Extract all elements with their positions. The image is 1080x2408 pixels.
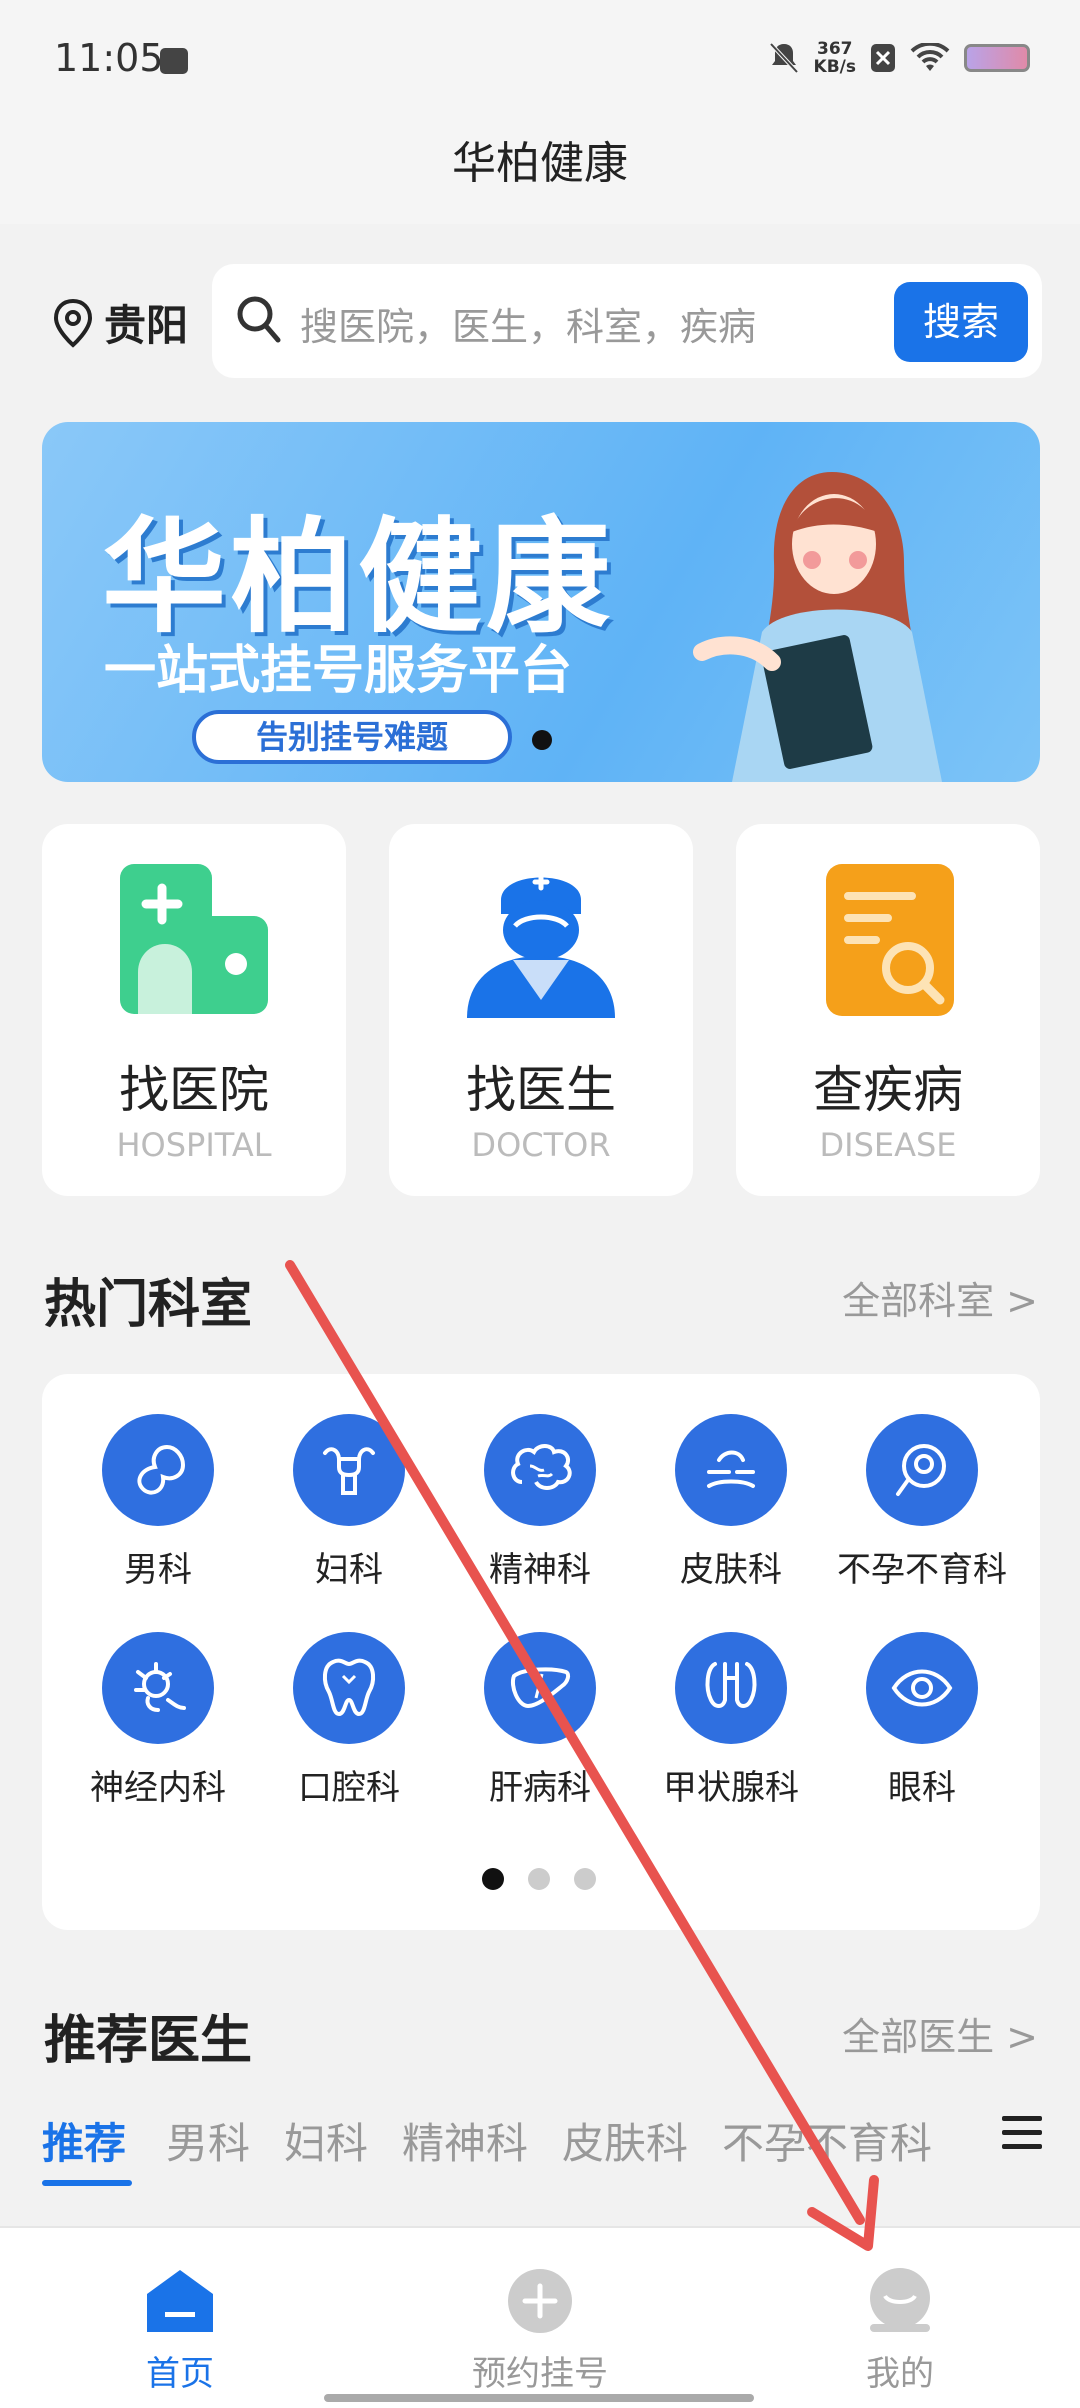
city-label: 贵阳 [104, 301, 189, 350]
recommended-doctors-title: 推荐医生 [44, 2011, 253, 2071]
menu-icon[interactable] [1002, 2116, 1042, 2158]
page-dot [574, 1868, 596, 1890]
thyroid-icon [675, 1632, 787, 1744]
hospital-icon [120, 864, 268, 1014]
dept-neurology[interactable]: 神经内科 [63, 1632, 253, 1809]
embryo-icon [866, 1414, 978, 1526]
doctor-icon [467, 873, 615, 1018]
tab-gynecology[interactable]: 妇科 [284, 2110, 368, 2171]
tab-dermatology[interactable]: 皮肤科 [562, 2110, 688, 2171]
nav-home[interactable]: 首页 [80, 2268, 280, 2395]
tab-psychiatry[interactable]: 精神科 [402, 2110, 528, 2171]
banner-indicator [532, 730, 552, 750]
dept-dentistry[interactable]: 口腔科 [254, 1632, 444, 1809]
disease-search-icon [826, 864, 954, 1016]
promo-banner[interactable]: 华柏健康 一站式挂号服务平台 告别挂号难题 [42, 422, 1040, 782]
profile-icon [870, 2268, 930, 2332]
department-page-indicator [482, 1868, 596, 1890]
mute-icon [769, 42, 798, 74]
find-doctor-sublabel: DOCTOR [471, 1126, 611, 1164]
dept-psychiatry[interactable]: 精神科 [445, 1414, 635, 1591]
add-icon [508, 2269, 572, 2333]
find-doctor-card[interactable]: 找医生 DOCTOR [389, 824, 693, 1196]
banner-subtitle: 一站式挂号服务平台 [104, 641, 573, 701]
hot-departments-title: 热门科室 [44, 1275, 253, 1335]
location-selector[interactable]: 贵阳 [52, 292, 188, 353]
neuron-icon [102, 1632, 214, 1744]
search-button[interactable]: 搜索 [894, 282, 1028, 362]
page-dot [482, 1868, 504, 1890]
search-icon [237, 296, 281, 343]
bottom-navigation: 首页 预约挂号 我的 [0, 2226, 1080, 2408]
status-bar: 11:05 367 KB/s [0, 0, 1080, 120]
nav-profile[interactable]: 我的 [800, 2268, 1000, 2395]
find-hospital-sublabel: HOSPITAL [116, 1126, 272, 1164]
tab-infertility[interactable]: 不孕不育科 [722, 2110, 932, 2171]
doctor-category-tabs: 推荐 男科 妇科 精神科 皮肤科 不孕不育科 [42, 2110, 1042, 2190]
dept-infertility[interactable]: 不孕不育科 [827, 1414, 1017, 1591]
gesture-bar [324, 2394, 754, 2402]
tab-recommended[interactable]: 推荐 [42, 2110, 126, 2171]
wifi-icon [910, 43, 950, 71]
page-dot [528, 1868, 550, 1890]
tab-male[interactable]: 男科 [166, 2110, 250, 2171]
home-icon [147, 2270, 213, 2332]
all-departments-link[interactable]: 全部科室 > [842, 1270, 1038, 1325]
doctor-illustration [693, 472, 942, 782]
dept-male[interactable]: 男科 [63, 1414, 253, 1591]
dept-hepatology[interactable]: 肝病科 [445, 1632, 635, 1809]
app-header: 华柏健康 [0, 120, 1080, 224]
search-input[interactable]: 搜医院，医生，科室，疾病 [300, 296, 756, 351]
net-speed: 367 KB/s [813, 39, 856, 77]
active-tab-indicator [42, 2180, 132, 2186]
search-bar[interactable]: 搜医院，医生，科室，疾病 搜索 [212, 264, 1042, 378]
dept-thyroid[interactable]: 甲状腺科 [636, 1632, 826, 1809]
male-icon [102, 1414, 214, 1526]
find-doctor-label: 找医生 [466, 1061, 616, 1119]
brain-icon [484, 1414, 596, 1526]
uterus-icon [293, 1414, 405, 1526]
check-disease-sublabel: DISEASE [819, 1126, 957, 1164]
battery-icon [964, 44, 1030, 72]
liver-icon [484, 1632, 596, 1744]
skin-icon [675, 1414, 787, 1526]
dept-ophthalmology[interactable]: 眼科 [827, 1632, 1017, 1809]
tooth-icon [293, 1632, 405, 1744]
all-doctors-link[interactable]: 全部医生 > [842, 2006, 1038, 2061]
hot-departments-panel: 男科 妇科 精神科 皮肤科 不孕不育科 神经内科 口腔科 肝病科 甲状腺科 眼科 [42, 1374, 1040, 1930]
message-icon [160, 48, 188, 74]
find-hospital-card[interactable]: 找医院 HOSPITAL [42, 824, 346, 1196]
sim-off-icon [871, 44, 895, 72]
dept-dermatology[interactable]: 皮肤科 [636, 1414, 826, 1591]
status-icons: 367 KB/s [768, 40, 1030, 76]
eye-icon [866, 1632, 978, 1744]
check-disease-card[interactable]: 查疾病 DISEASE [736, 824, 1040, 1196]
find-hospital-label: 找医院 [119, 1061, 269, 1119]
page-title: 华柏健康 [452, 138, 628, 189]
banner-tagline: 告别挂号难题 [192, 710, 512, 764]
check-disease-label: 查疾病 [813, 1061, 963, 1119]
status-time: 11:05 [54, 36, 164, 80]
nav-appointment[interactable]: 预约挂号 [440, 2268, 640, 2395]
location-pin-icon [53, 298, 93, 348]
dept-gynecology[interactable]: 妇科 [254, 1414, 444, 1591]
